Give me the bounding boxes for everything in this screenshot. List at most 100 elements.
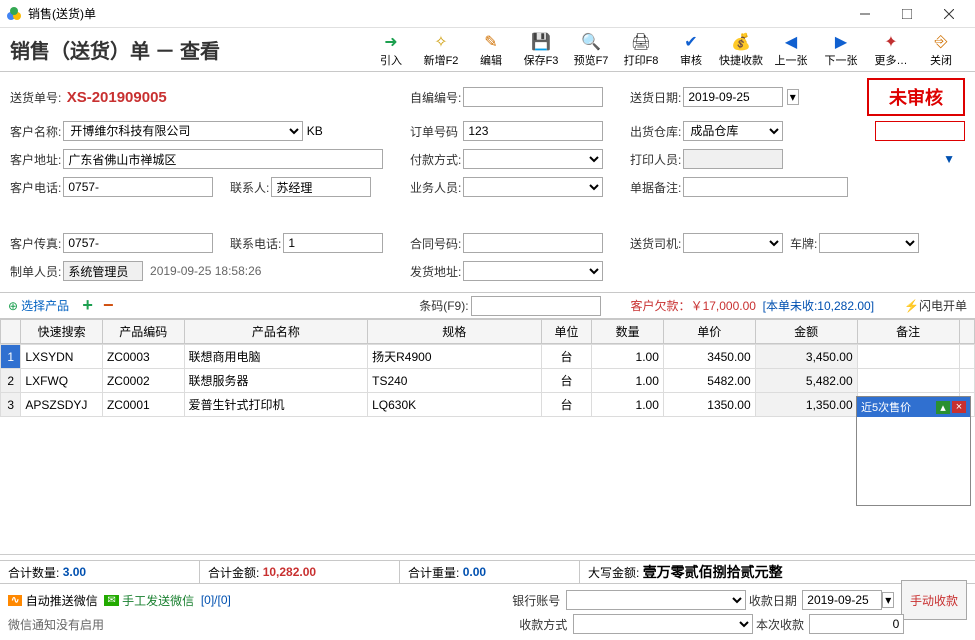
printer-input — [683, 149, 783, 169]
flash-icon: ⚡ — [904, 299, 919, 313]
cust-addr-input[interactable] — [63, 149, 383, 169]
more-button[interactable]: ✦更多… — [867, 32, 915, 68]
barcode-input[interactable] — [471, 296, 601, 316]
red-box — [875, 121, 965, 141]
preview-icon: 🔍 — [581, 32, 601, 52]
unpaid-amount: 10,282.00 — [817, 299, 870, 313]
recv-method-select[interactable] — [573, 614, 753, 634]
next-icon: ▶ — [835, 32, 847, 52]
contract-input[interactable] — [463, 233, 603, 253]
contact-label: 联系人: — [230, 179, 271, 196]
audit-icon: ✔ — [684, 32, 697, 52]
unpaid-label: [本单未收: — [763, 297, 818, 314]
pay-method-select[interactable] — [463, 149, 603, 169]
prev-icon: ◀ — [785, 32, 797, 52]
cn-label: 大写金额: — [588, 564, 639, 581]
preview-button[interactable]: 🔍预览F7 — [567, 32, 615, 68]
minimize-button[interactable] — [845, 3, 885, 25]
col-header[interactable] — [1, 320, 21, 344]
printer-label: 打印人员: — [630, 151, 683, 168]
recv-method-label: 收款方式 — [519, 616, 569, 633]
contact-input[interactable] — [271, 177, 371, 197]
close-button[interactable]: ⎆关闭 — [917, 32, 965, 68]
table-row[interactable]: 1LXSYDNZC0003联想商用电脑扬天R4900台1.003450.003,… — [1, 345, 975, 369]
select-product-button[interactable]: ⊕选择产品 — [8, 297, 69, 314]
maximize-button[interactable] — [887, 3, 927, 25]
tot-qty-label: 合计数量: — [8, 564, 59, 581]
recv-date-input[interactable] — [802, 590, 882, 610]
col-header[interactable]: 备注 — [857, 320, 959, 344]
col-header[interactable]: 单价 — [663, 320, 755, 344]
close-button[interactable] — [929, 3, 969, 25]
col-header[interactable]: 单位 — [541, 320, 592, 344]
warehouse-label: 出货仓库: — [630, 123, 683, 140]
driver-select[interactable] — [683, 233, 783, 253]
import-button[interactable]: ➜引入 — [367, 32, 415, 68]
col-header[interactable]: 产品名称 — [184, 320, 368, 344]
cart-icon: ⊕ — [8, 299, 18, 313]
pay-method-label: 付款方式: — [410, 151, 463, 168]
remark-input[interactable] — [683, 177, 848, 197]
edit-button[interactable]: ✎编辑 — [467, 32, 515, 68]
col-header[interactable]: 规格 — [368, 320, 541, 344]
app-icon — [6, 6, 22, 22]
expand-toggle-icon[interactable]: ▼ — [943, 152, 955, 166]
cust-tel-label: 客户电话: — [10, 179, 63, 196]
col-header[interactable]: 金额 — [755, 320, 857, 344]
audit-stamp: 未审核 — [867, 78, 965, 116]
col-header[interactable]: 快速搜索 — [21, 320, 103, 344]
delivery-addr-select[interactable] — [463, 261, 603, 281]
tot-qty: 3.00 — [63, 565, 86, 579]
print-icon: 🖨 — [631, 32, 651, 52]
popup-min-icon[interactable]: ▴ — [936, 401, 950, 414]
contact-tel-input[interactable] — [283, 233, 383, 253]
tot-amt-label: 合计金额: — [208, 564, 259, 581]
flash-open-button[interactable]: 闪电开单 — [919, 297, 967, 314]
recent-price-popup: 近5次售价 ▴× — [856, 396, 971, 506]
cust-code: KB — [307, 124, 323, 138]
warehouse-select[interactable]: 成品仓库 — [683, 121, 783, 141]
print-button[interactable]: 🖨打印F8 — [617, 32, 665, 68]
prev-button[interactable]: ◀上一张 — [767, 32, 815, 68]
driver-label: 送货司机: — [630, 235, 683, 252]
wechat-status: 微信通知没有启用 — [8, 616, 104, 633]
rss-icon: ∿ — [8, 595, 22, 606]
quickpay-button[interactable]: 💰快捷收款 — [717, 32, 765, 68]
bank-select[interactable] — [566, 590, 746, 610]
plate-select[interactable] — [819, 233, 919, 253]
ship-date-input[interactable] — [683, 87, 783, 107]
contact-tel-label: 联系电话: — [230, 235, 283, 252]
wechat-icon: ✉ — [104, 595, 118, 606]
save-button[interactable]: 💾保存F3 — [517, 32, 565, 68]
remark-label: 单据备注: — [630, 179, 683, 196]
quickpay-icon: 💰 — [731, 32, 751, 52]
self-no-input[interactable] — [463, 87, 603, 107]
new-button[interactable]: ✧新增F2 — [417, 32, 465, 68]
plate-label: 车牌: — [790, 235, 819, 252]
col-header[interactable]: 数量 — [592, 320, 663, 344]
manual-recv-button[interactable]: 手动收款 — [901, 580, 967, 620]
this-recv-input[interactable] — [809, 614, 904, 634]
popup-title: 近5次售价 — [861, 399, 911, 415]
audit-button[interactable]: ✔审核 — [667, 32, 715, 68]
col-header[interactable]: 产品编码 — [102, 320, 184, 344]
sales-select[interactable] — [463, 177, 603, 197]
cust-name-select[interactable]: 开博维尔科技有限公司 — [63, 121, 303, 141]
cust-fax-input[interactable] — [63, 233, 213, 253]
calendar-icon[interactable]: ▾ — [787, 89, 799, 105]
add-row-icon[interactable]: + — [82, 295, 93, 316]
col-header[interactable] — [959, 320, 974, 344]
table-row[interactable]: 3APSZSDYJZC0001爱普生针式打印机LQ630K台1.001350.0… — [1, 393, 975, 417]
delivery-addr-label: 发货地址: — [410, 263, 463, 280]
remove-row-icon[interactable]: − — [103, 295, 114, 316]
cust-name-label: 客户名称: — [10, 123, 63, 140]
import-icon: ➜ — [384, 32, 397, 52]
popup-close-icon[interactable]: × — [952, 401, 966, 413]
cn-amt: 壹万零贰佰捌拾贰元整 — [643, 562, 783, 582]
table-row[interactable]: 2LXFWQZC0002联想服务器TS240台1.005482.005,482.… — [1, 369, 975, 393]
cust-tel-input[interactable] — [63, 177, 213, 197]
order-no-input[interactable] — [463, 121, 603, 141]
order-no-label: 订单号码 — [410, 123, 460, 140]
tot-wt: 0.00 — [463, 565, 486, 579]
next-button[interactable]: ▶下一张 — [817, 32, 865, 68]
